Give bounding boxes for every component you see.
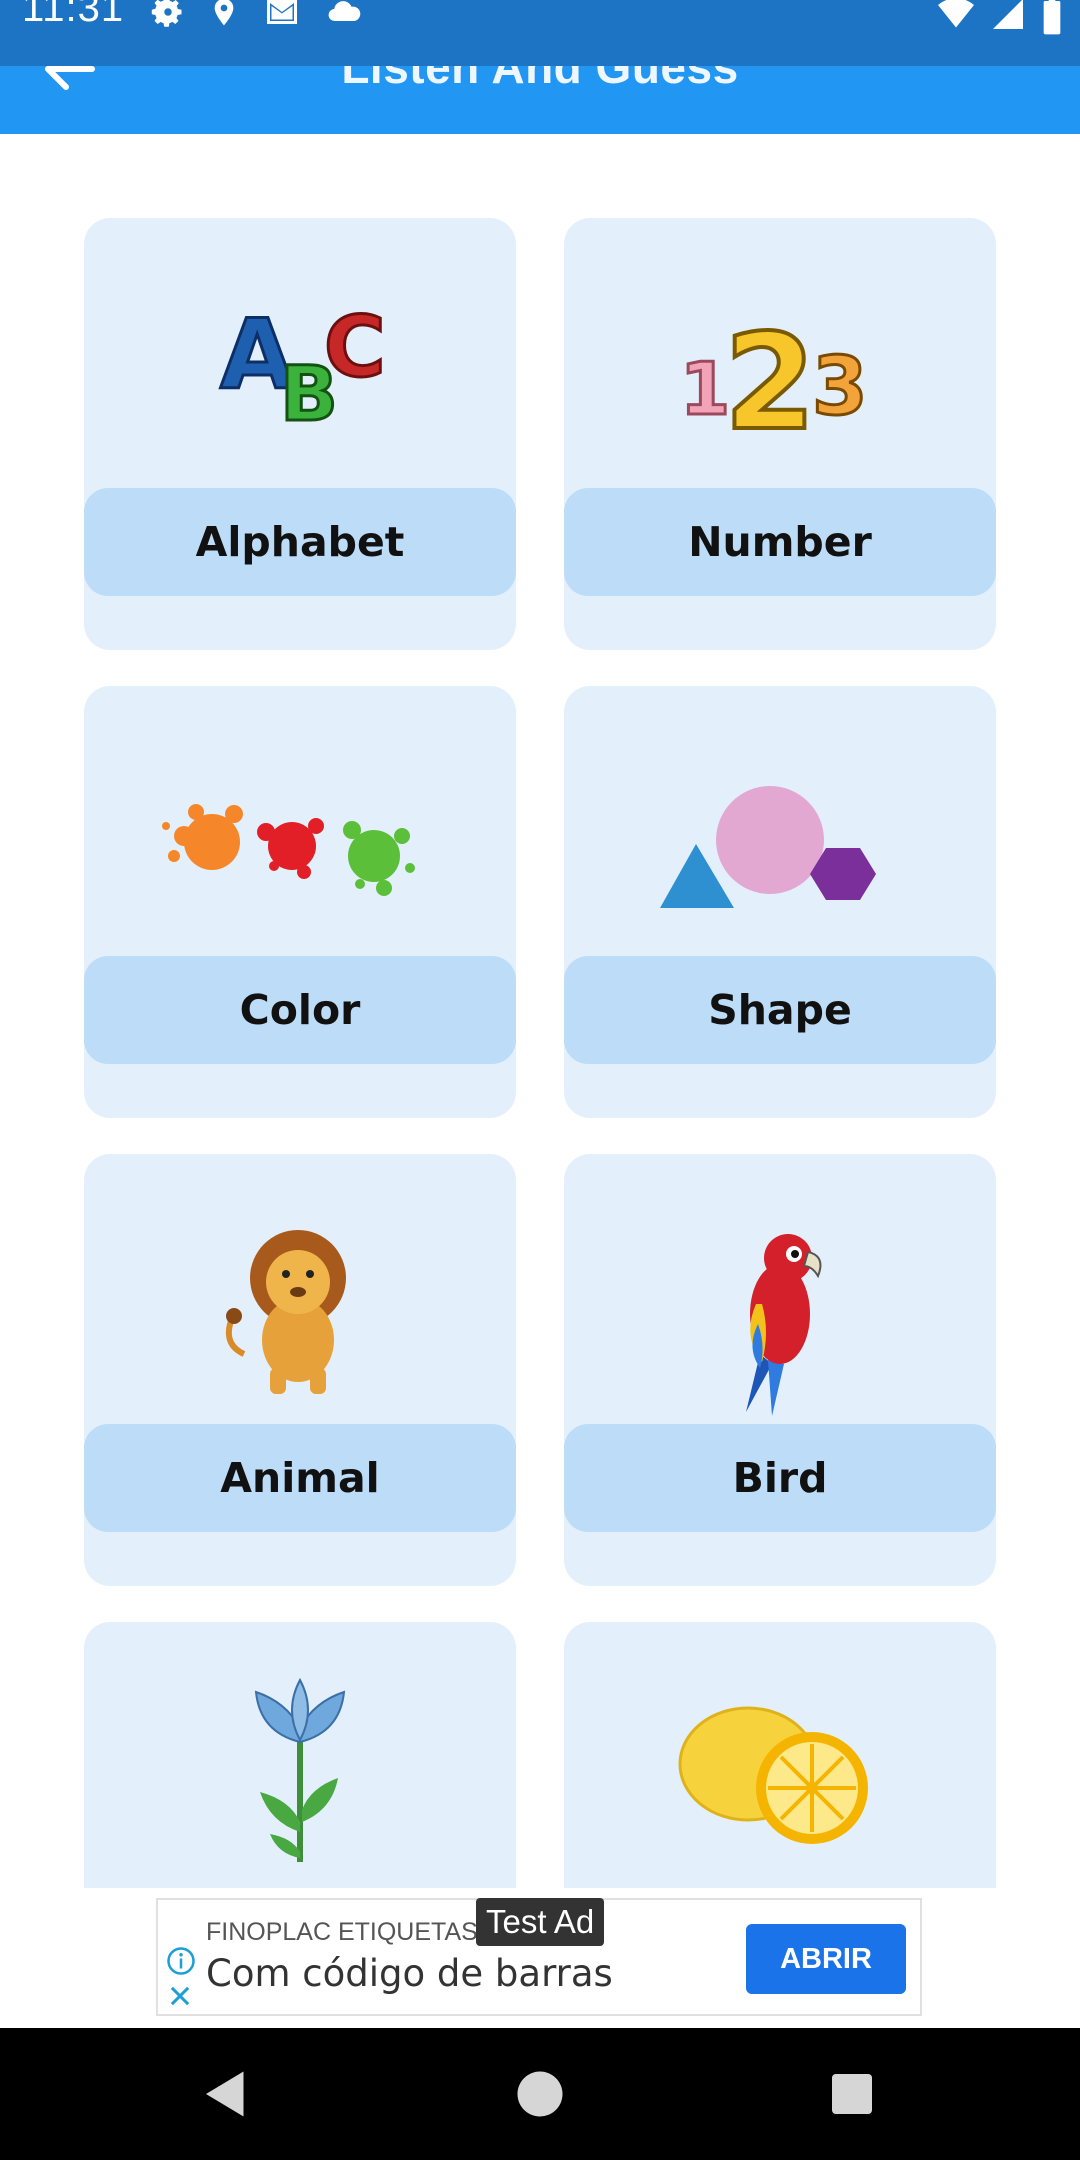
shapes-icon: [660, 786, 876, 908]
category-card-color[interactable]: Color: [84, 686, 516, 1118]
system-nav-bar: [0, 2028, 1080, 2160]
category-card-bird[interactable]: Bird: [564, 1154, 996, 1586]
gear-icon: [151, 0, 182, 27]
svg-text:2: 2: [724, 306, 816, 460]
ad-test-tag: Test Ad: [476, 1898, 605, 1946]
abc-letters-icon: A B C: [219, 297, 388, 440]
category-label: Animal: [84, 1424, 516, 1532]
category-card-lemon[interactable]: [564, 1622, 996, 1888]
parrot-icon: [746, 1234, 822, 1416]
category-card-number[interactable]: 1 2 3 Number: [564, 218, 996, 650]
category-card-shape[interactable]: Shape: [564, 686, 996, 1118]
svg-text:3: 3: [812, 340, 868, 433]
home-circle-icon[interactable]: [510, 2064, 570, 2124]
cloud-icon: [328, 1, 361, 22]
info-icon[interactable]: [166, 1946, 196, 1976]
gmail-icon: [267, 0, 297, 24]
category-label: Color: [84, 956, 516, 1064]
category-label: Shape: [564, 956, 996, 1064]
back-triangle-icon[interactable]: [196, 2064, 256, 2124]
category-grid: A B C Alphabet 1 2 3 Number Color Shape …: [0, 134, 1080, 1888]
svg-text:C: C: [324, 298, 386, 396]
close-icon[interactable]: [166, 1982, 194, 2010]
category-card-animal[interactable]: Animal: [84, 1154, 516, 1586]
category-label: Alphabet: [84, 488, 516, 596]
recents-square-icon[interactable]: [822, 2064, 882, 2124]
category-label: Number: [564, 488, 996, 596]
ad-open-button[interactable]: ABRIR: [746, 1924, 906, 1994]
category-card-flower[interactable]: [84, 1622, 516, 1888]
lion-icon: [226, 1230, 346, 1394]
category-card-alphabet[interactable]: A B C Alphabet: [84, 218, 516, 650]
status-bar: 11:31: [0, 0, 1080, 66]
paint-splash-icon: [162, 804, 415, 896]
ad-advertiser: FINOPLAC ETIQUETAS: [206, 1918, 478, 1946]
svg-text:1: 1: [680, 347, 730, 431]
lemon-icon: [678, 1706, 868, 1844]
location-icon: [214, 0, 234, 26]
numbers-123-icon: 1 2 3: [679, 304, 870, 462]
battery-icon: [1043, 0, 1061, 35]
ad-banner[interactable]: FINOPLAC ETIQUETAS Test Ad Com código de…: [156, 1898, 922, 2016]
status-time: 11:31: [22, 0, 125, 30]
category-label: Bird: [564, 1424, 996, 1532]
signal-icon: [993, 0, 1023, 29]
wifi-icon: [938, 0, 974, 28]
flower-icon: [254, 1677, 346, 1862]
ad-headline: Com código de barras: [206, 1952, 613, 1995]
